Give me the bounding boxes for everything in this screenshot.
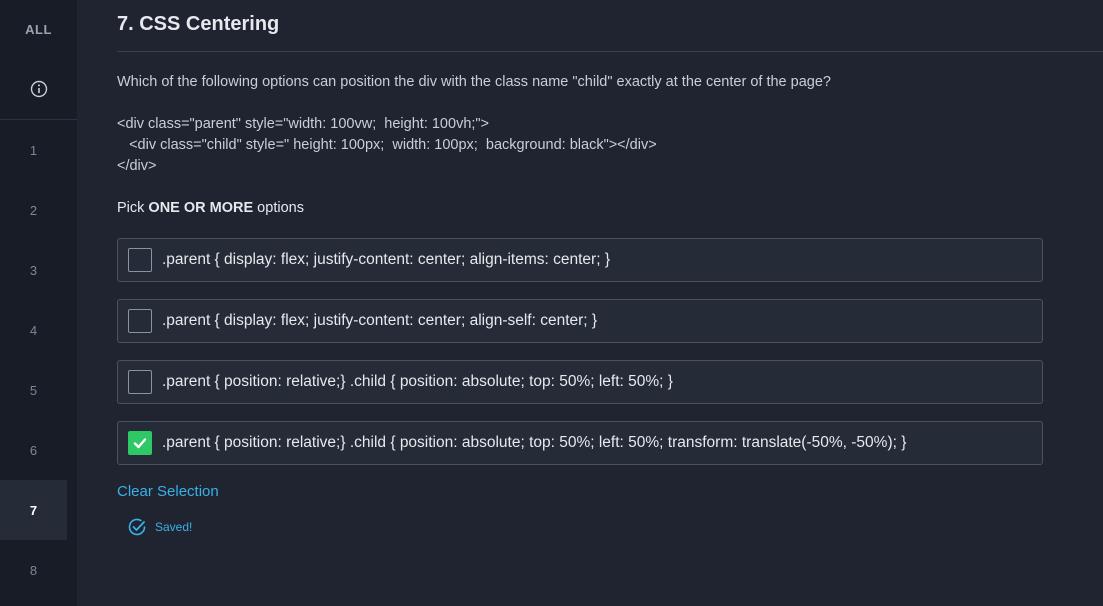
question-prompt: Which of the following options can posit… [117,74,831,90]
option-label: .parent { display: flex; justify-content… [162,251,610,268]
question-title: 7. CSS Centering [117,13,280,35]
pick-suffix: options [253,200,304,216]
question-panel: 7. CSS Centering Which of the following … [77,0,1103,606]
option-checkbox[interactable] [128,309,152,333]
option-label: .parent { position: relative;} .child { … [162,373,673,390]
pick-prefix: Pick [117,200,149,216]
option-3[interactable]: .parent { position: relative;} .child { … [117,360,1043,404]
option-label: .parent { display: flex; justify-content… [162,312,598,329]
code-line: <div class="parent" style="width: 100vw;… [117,116,490,132]
sidebar-item-5[interactable]: 5 [0,360,67,420]
code-line: </div> [117,158,157,174]
sidebar-item-1[interactable]: 1 [0,120,67,180]
sidebar-item-2[interactable]: 2 [0,180,67,240]
clear-selection-link[interactable]: Clear Selection [117,483,219,500]
option-checkbox[interactable] [128,370,152,394]
code-line: <div class="child" style=" height: 100px… [117,137,657,153]
sidebar-item-7[interactable]: 7 [0,480,67,540]
sidebar-item-8[interactable]: 8 [0,540,67,600]
sidebar-item-4[interactable]: 4 [0,300,67,360]
pick-instruction: Pick ONE OR MORE options [117,200,304,216]
option-1[interactable]: .parent { display: flex; justify-content… [117,238,1043,282]
sidebar-all-tab[interactable]: ALL [0,0,77,58]
saved-label: Saved! [155,520,193,534]
info-circle-icon [30,80,47,97]
pick-emphasis: ONE OR MORE [148,200,254,216]
option-checkbox-checked[interactable] [128,431,152,455]
option-4[interactable]: .parent { position: relative;} .child { … [117,421,1043,465]
checkmark-icon [133,438,147,449]
option-checkbox[interactable] [128,248,152,272]
sidebar-item-6[interactable]: 6 [0,420,67,480]
saved-status: Saved! [127,517,192,537]
saved-check-circle-icon [128,518,146,536]
option-2[interactable]: .parent { display: flex; justify-content… [117,299,1043,343]
sidebar-item-3[interactable]: 3 [0,240,67,300]
question-sidebar: ALL 1 2 3 4 5 6 7 8 [0,0,77,606]
title-bar: 7. CSS Centering [117,0,1103,52]
sidebar-info-button[interactable] [0,58,77,120]
option-label: .parent { position: relative;} .child { … [162,434,907,451]
